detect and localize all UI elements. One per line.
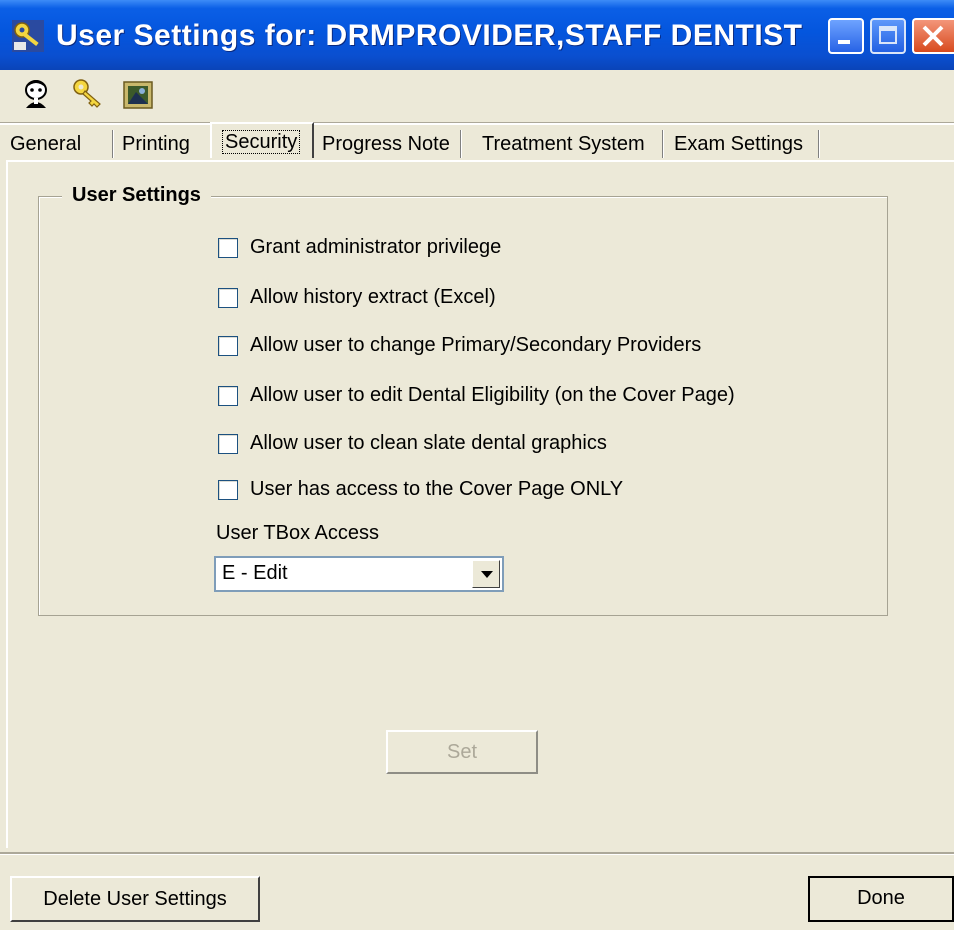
tab-label: Security [222, 130, 301, 154]
tab-divider [818, 130, 820, 158]
dropdown-button[interactable] [472, 560, 500, 588]
tab-label: Treatment System [482, 133, 645, 155]
checkbox-box[interactable] [218, 336, 238, 356]
key-app-icon [12, 20, 44, 52]
checkbox-label: Grant administrator privilege [250, 236, 502, 258]
key-icon[interactable] [72, 78, 104, 110]
tab-label: General [10, 133, 82, 155]
title-bar[interactable]: User Settings for: DRMPROVIDER,STAFF DEN… [0, 0, 954, 70]
minimize-icon [838, 40, 850, 44]
image-icon[interactable] [122, 78, 154, 110]
checkbox-box[interactable] [218, 386, 238, 406]
user-settings-window: User Settings for: DRMPROVIDER,STAFF DEN… [0, 0, 954, 930]
tab-label: Exam Settings [674, 133, 803, 155]
maximize-icon [879, 26, 897, 44]
tab-treatment-system[interactable]: Treatment System [482, 126, 645, 162]
checkbox-label: Allow history extract (Excel) [250, 286, 496, 308]
tab-security[interactable]: Security [210, 122, 314, 158]
tab-exam-settings[interactable]: Exam Settings [674, 126, 803, 162]
tab-label: Printing [122, 133, 190, 155]
bottom-separator [0, 852, 954, 855]
close-button[interactable] [912, 18, 954, 54]
done-button[interactable]: Done [808, 876, 954, 922]
group-title: User Settings [62, 184, 211, 207]
window-title: User Settings for: DRMPROVIDER,STAFF DEN… [56, 19, 803, 52]
checkbox-box[interactable] [218, 480, 238, 500]
checkbox-box[interactable] [218, 434, 238, 454]
checkbox-box[interactable] [218, 288, 238, 308]
set-button[interactable]: Set [386, 730, 538, 774]
toolbar-separator [0, 122, 954, 125]
tab-divider [662, 130, 664, 158]
checkbox-label: Allow user to clean slate dental graphic… [250, 432, 607, 454]
tbox-access-select[interactable]: E - Edit [214, 556, 504, 592]
tab-general[interactable]: General [10, 126, 81, 162]
toolbar [0, 70, 954, 120]
delete-user-settings-button[interactable]: Delete User Settings [10, 876, 260, 922]
tab-divider [460, 130, 462, 158]
tab-label: Progress Note [322, 133, 450, 155]
checkbox-label: Allow user to change Primary/Secondary P… [250, 334, 702, 356]
user-avatar-icon[interactable] [20, 78, 52, 110]
checkbox-box[interactable] [218, 238, 238, 258]
tbox-access-value: E - Edit [222, 562, 288, 584]
checkbox-label: User has access to the Cover Page ONLY [250, 478, 624, 500]
chevron-down-icon [481, 571, 493, 578]
tab-progress-note[interactable]: Progress Note [322, 126, 450, 162]
checkbox-label: Allow user to edit Dental Eligibility (o… [250, 384, 735, 406]
tab-printing[interactable]: Printing [122, 126, 190, 162]
tab-divider [112, 130, 114, 158]
maximize-button[interactable] [870, 18, 906, 54]
close-icon [922, 25, 944, 47]
minimize-button[interactable] [828, 18, 864, 54]
tbox-access-label: User TBox Access [216, 522, 380, 544]
